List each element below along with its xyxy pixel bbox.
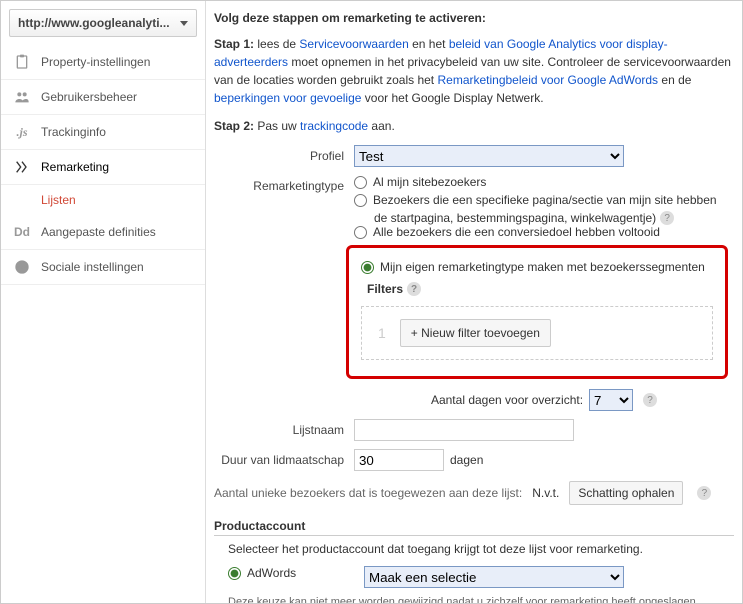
radio-label: Alle bezoekers die een conversiedoel heb… bbox=[373, 225, 660, 239]
property-selector[interactable]: http://www.googleanalyti... bbox=[9, 9, 197, 37]
link-terms[interactable]: Servicevoorwaarden bbox=[299, 37, 408, 51]
radio-label: Bezoekers die een specifieke pagina/sect… bbox=[373, 193, 717, 207]
page-heading: Volg deze stappen om remarketing te acti… bbox=[214, 11, 734, 25]
input-listname[interactable] bbox=[354, 419, 574, 441]
step1-label: Stap 1: bbox=[214, 37, 254, 51]
js-icon: .js bbox=[13, 125, 31, 139]
label-listname: Lijstnaam bbox=[214, 419, 354, 437]
radio-label: Al mijn sitebezoekers bbox=[373, 175, 486, 189]
help-icon[interactable]: ? bbox=[697, 486, 711, 500]
select-profile[interactable]: Test bbox=[354, 145, 624, 167]
chevron-down-icon bbox=[180, 21, 188, 26]
nav-label: Property-instellingen bbox=[41, 55, 150, 69]
link-adwords-policy[interactable]: Remarketingbeleid voor Google AdWords bbox=[437, 73, 658, 87]
adwords-label: AdWords bbox=[247, 566, 296, 580]
nav-property-settings[interactable]: Property-instellingen bbox=[1, 45, 205, 80]
select-days[interactable]: 7 bbox=[589, 389, 633, 411]
radio-all-visitors[interactable] bbox=[354, 176, 367, 189]
label-days: Aantal dagen voor overzicht: bbox=[431, 393, 583, 407]
help-icon[interactable]: ? bbox=[643, 393, 657, 407]
label-profile: Profiel bbox=[214, 145, 354, 163]
nav-custom-definitions[interactable]: Dd Aangepaste definities bbox=[1, 215, 205, 250]
radio-conversion[interactable] bbox=[354, 226, 367, 239]
nav-label: Gebruikersbeheer bbox=[41, 90, 137, 104]
main-content: Volg deze stappen om remarketing te acti… bbox=[206, 1, 742, 603]
nav-social[interactable]: Sociale instellingen bbox=[1, 250, 205, 285]
unique-value: N.v.t. bbox=[532, 486, 559, 500]
dd-icon: Dd bbox=[13, 225, 31, 239]
label-unique: Aantal unieke bezoekers dat is toegeweze… bbox=[214, 486, 522, 500]
link-trackingcode[interactable]: trackingcode bbox=[300, 119, 368, 133]
nav-users[interactable]: Gebruikersbeheer bbox=[1, 80, 205, 115]
highlighted-section: Mijn eigen remarketingtype maken met bez… bbox=[346, 245, 728, 379]
filter-number: 1 bbox=[378, 325, 386, 341]
step2-label: Stap 2: bbox=[214, 119, 254, 133]
step-2: Stap 2: Pas uw trackingcode aan. bbox=[214, 117, 734, 135]
radio-custom-segments[interactable] bbox=[361, 261, 374, 274]
radio-adwords[interactable] bbox=[228, 567, 241, 580]
property-url: http://www.googleanalyti... bbox=[18, 16, 170, 30]
sidebar: http://www.googleanalyti... Property-ins… bbox=[1, 1, 206, 603]
radio-hint: de startpagina, bestemmingspagina, winke… bbox=[374, 211, 656, 225]
help-icon[interactable]: ? bbox=[407, 282, 421, 296]
nav-label: Remarketing bbox=[41, 160, 109, 174]
nav-tracking[interactable]: .js Trackinginfo bbox=[1, 115, 205, 150]
help-icon[interactable]: ? bbox=[660, 211, 674, 225]
clipboard-icon bbox=[13, 55, 31, 69]
nav-sub-lists[interactable]: Lijsten bbox=[1, 185, 205, 215]
globe-icon bbox=[13, 260, 31, 274]
section-product: Productaccount bbox=[214, 519, 305, 533]
product-desc: Selecteer het productaccount dat toegang… bbox=[228, 542, 734, 556]
duration-unit: dagen bbox=[450, 453, 483, 467]
radio-label: Mijn eigen remarketingtype maken met bez… bbox=[380, 260, 705, 274]
link-restrictions[interactable]: beperkingen voor gevoelige bbox=[214, 91, 361, 105]
footer-note: Deze keuze kan niet meer worden gewijzig… bbox=[228, 596, 734, 603]
remarketing-icon bbox=[13, 160, 31, 174]
nav-label: Aangepaste definities bbox=[41, 225, 156, 239]
estimate-button[interactable]: Schatting ophalen bbox=[569, 481, 683, 505]
label-type: Remarketingtype bbox=[214, 175, 354, 193]
radio-specific-page[interactable] bbox=[354, 194, 367, 207]
filters-heading: Filters bbox=[367, 282, 403, 296]
users-icon bbox=[13, 90, 31, 104]
nav-label: Sociale instellingen bbox=[41, 260, 144, 274]
input-duration[interactable] bbox=[354, 449, 444, 471]
select-adwords-account[interactable]: Maak een selectie bbox=[364, 566, 624, 588]
label-duration: Duur van lidmaatschap bbox=[214, 449, 354, 467]
add-filter-button[interactable]: + Nieuw filter toevoegen bbox=[400, 319, 551, 347]
nav-label: Trackinginfo bbox=[41, 125, 106, 139]
step-1: Stap 1: lees de Servicevoorwaarden en he… bbox=[214, 35, 734, 107]
nav-remarketing[interactable]: Remarketing bbox=[1, 150, 205, 185]
filter-dropzone: 1 + Nieuw filter toevoegen bbox=[361, 306, 713, 360]
